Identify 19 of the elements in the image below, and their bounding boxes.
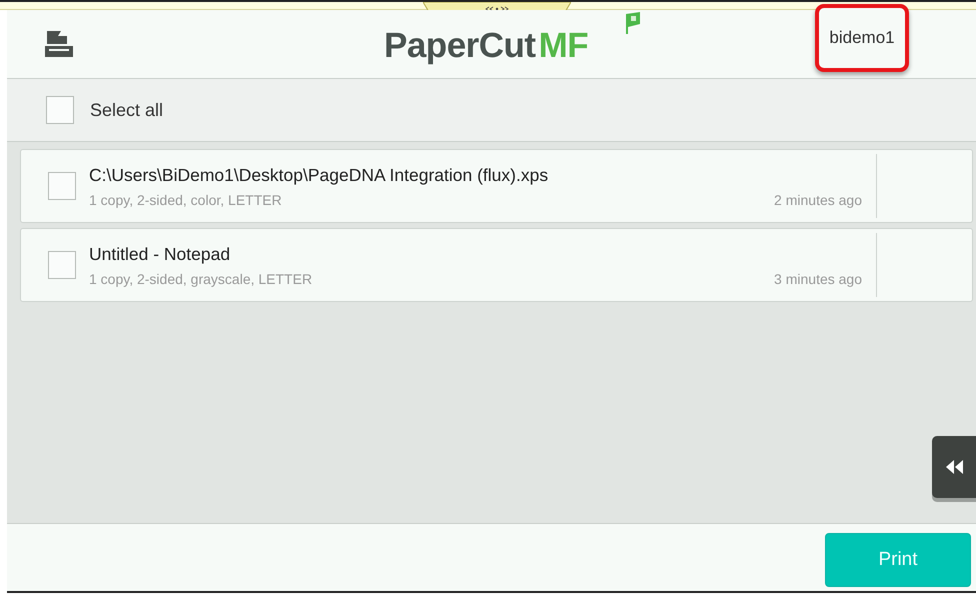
checkbox[interactable] — [48, 251, 76, 279]
flag-icon — [624, 12, 642, 34]
job-details: 1 copy, 2-sided, grayscale, LETTER — [89, 270, 312, 286]
rewind-icon — [944, 460, 964, 474]
checkbox[interactable] — [48, 172, 76, 200]
user-name[interactable]: bidemo1 — [815, 4, 909, 72]
job-name: C:\Users\BiDemo1\Desktop\PageDNA Integration (flux).xps — [89, 164, 550, 186]
logo-text: PaperCut — [384, 26, 536, 66]
collapse-button[interactable] — [932, 436, 976, 498]
job-details: 1 copy, 2-sided, color, LETTER — [89, 192, 282, 208]
job-time: 3 minutes ago — [774, 270, 862, 286]
job-name: Untitled - Notepad — [89, 244, 232, 264]
logo-suffix: MF — [538, 26, 588, 66]
print-job-card[interactable]: C:\Users\BiDemo1\Desktop\PageDNA Integration (flux).xps 1 copy, 2-sided, color, LETTER 2 minutes ago — [20, 149, 973, 223]
checkbox[interactable] — [46, 96, 74, 124]
job-time: 2 minutes ago — [774, 192, 862, 208]
printer-tray-icon[interactable] — [44, 29, 74, 59]
print-job-card[interactable]: Untitled - Notepad 1 copy, 2-sided, grayscale, LETTER 3 minutes ago — [20, 228, 973, 302]
select-all-label[interactable]: Select all — [90, 100, 164, 120]
